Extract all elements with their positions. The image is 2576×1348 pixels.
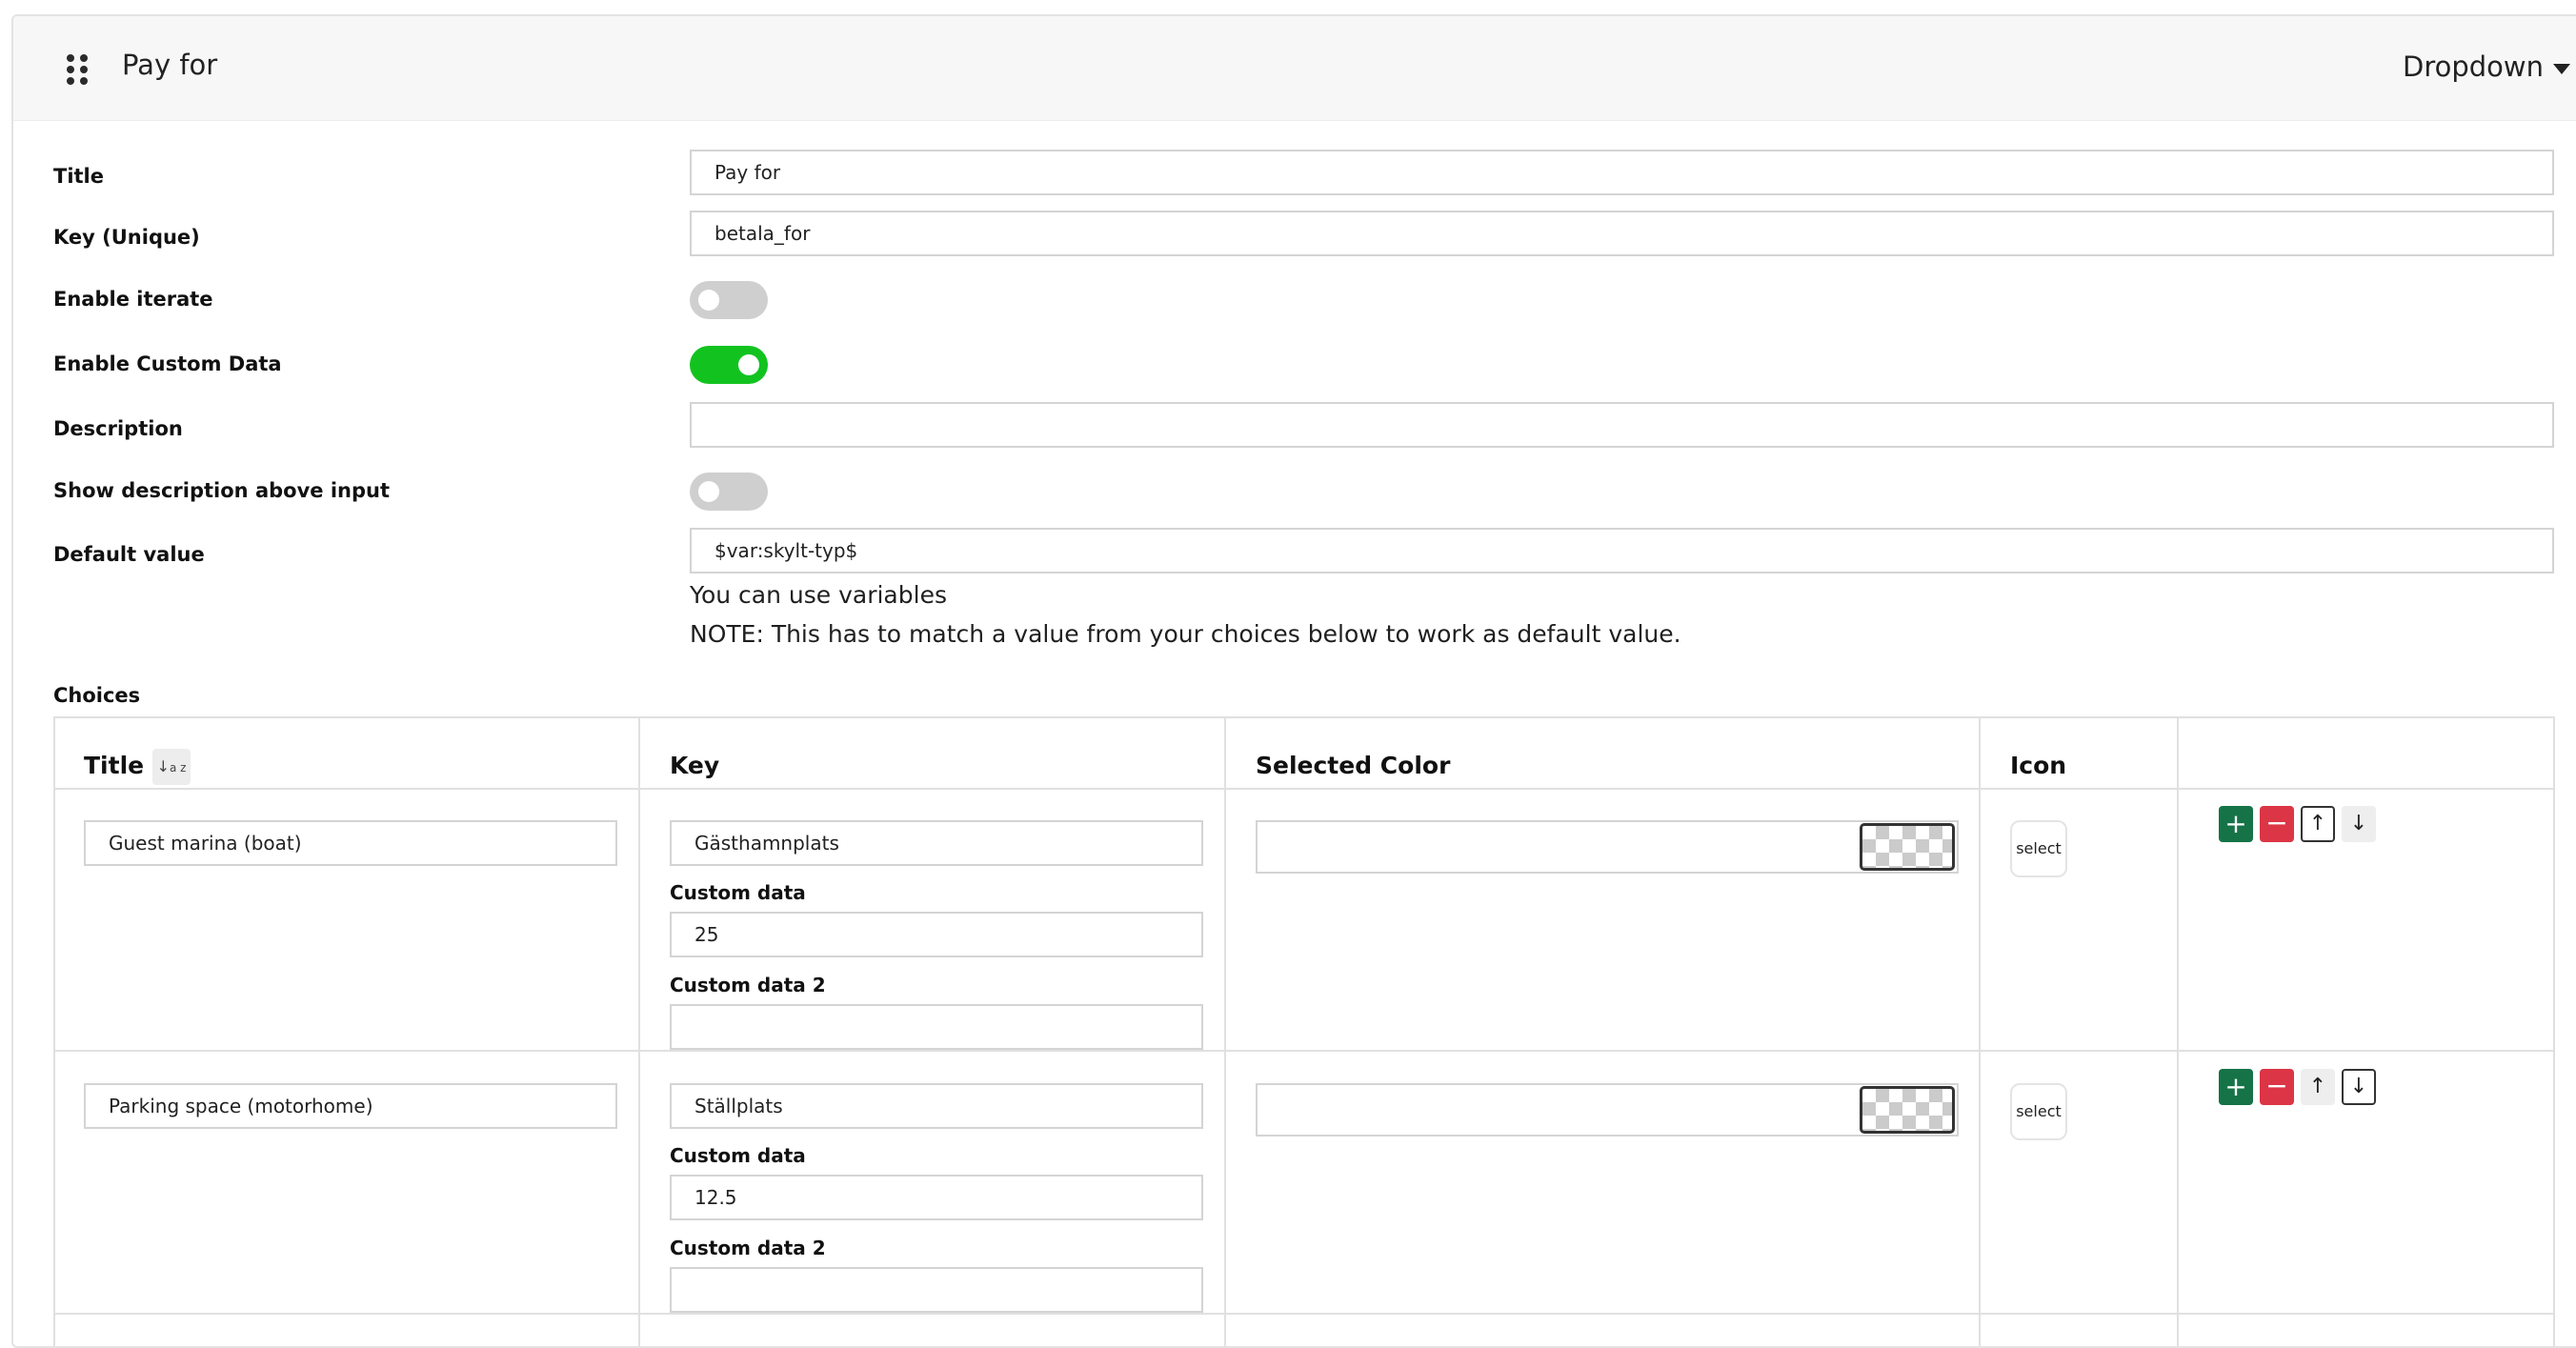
- custom-data-2-input[interactable]: [670, 1004, 1203, 1050]
- remove-choice-button[interactable]: −: [2260, 1069, 2294, 1105]
- title-input[interactable]: [690, 150, 2554, 195]
- move-down-arrow-icon[interactable]: ↓: [2342, 806, 2376, 842]
- selected-color-input[interactable]: [1256, 820, 1959, 874]
- add-choice-button[interactable]: +: [2219, 1069, 2253, 1105]
- move-up-arrow-icon[interactable]: ↑: [2301, 806, 2335, 842]
- custom-data-2-label: Custom data 2: [670, 1237, 826, 1259]
- custom-data-label: Custom data: [670, 1144, 806, 1167]
- custom-data-2-input[interactable]: [670, 1267, 1203, 1313]
- move-up-arrow-icon[interactable]: ↑: [2301, 1069, 2335, 1105]
- choices-table: Title ↓a z Key Selected Color Icon Custo…: [53, 716, 2555, 1346]
- show-description-toggle[interactable]: [690, 473, 768, 511]
- default-value-label: Default value: [53, 543, 205, 566]
- enable-iterate-toggle[interactable]: [690, 281, 768, 319]
- column-header-selected-color: Selected Color: [1256, 752, 1451, 779]
- column-divider: [1979, 718, 1981, 1346]
- header-divider: [55, 788, 2553, 790]
- choices-label: Choices: [53, 684, 141, 707]
- column-divider: [1224, 718, 1226, 1346]
- show-description-label: Show description above input: [53, 479, 390, 502]
- row-divider: [55, 1313, 2553, 1315]
- remove-choice-button[interactable]: −: [2260, 806, 2294, 842]
- toggle-knob: [698, 481, 719, 502]
- column-header-key: Key: [670, 752, 720, 779]
- choice-title-input[interactable]: [84, 1083, 617, 1129]
- field-panel: Pay for Dropdown Title Key (Unique) Enab…: [11, 14, 2576, 1348]
- enable-custom-data-label: Enable Custom Data: [53, 352, 282, 375]
- description-input[interactable]: [690, 402, 2554, 448]
- select-icon-button[interactable]: select: [2010, 820, 2067, 877]
- default-value-note: NOTE: This has to match a value from you…: [690, 620, 1681, 648]
- move-down-arrow-icon[interactable]: ↓: [2342, 1069, 2376, 1105]
- column-divider: [2177, 718, 2179, 1346]
- column-divider: [638, 718, 640, 1346]
- key-input[interactable]: [690, 211, 2554, 256]
- column-header-icon: Icon: [2010, 752, 2067, 779]
- column-header-title: Title: [84, 752, 145, 779]
- custom-data-input[interactable]: [670, 1175, 1203, 1220]
- color-picker-swatch[interactable]: [1860, 1086, 1955, 1134]
- toggle-knob: [698, 290, 719, 311]
- variables-hint: You can use variables: [690, 581, 947, 609]
- selected-color-input[interactable]: [1256, 1083, 1959, 1137]
- choice-key-input[interactable]: [670, 1083, 1203, 1129]
- sort-alpha-icon[interactable]: ↓a z: [152, 749, 191, 785]
- panel-title: Pay for: [122, 49, 218, 81]
- add-choice-button[interactable]: +: [2219, 806, 2253, 842]
- choice-key-input[interactable]: [670, 820, 1203, 866]
- custom-data-label: Custom data: [670, 881, 806, 904]
- title-label: Title: [53, 165, 105, 188]
- caret-down-icon: [2553, 63, 2571, 74]
- row-divider: [55, 1050, 2553, 1052]
- select-icon-button[interactable]: select: [2010, 1083, 2067, 1140]
- custom-data-2-label: Custom data 2: [670, 974, 826, 996]
- choice-title-input[interactable]: [84, 820, 617, 866]
- enable-custom-data-toggle[interactable]: [690, 346, 768, 384]
- key-label: Key (Unique): [53, 226, 200, 249]
- drag-handle-icon[interactable]: [67, 54, 90, 85]
- field-type-label: Dropdown: [2403, 50, 2545, 83]
- custom-data-input[interactable]: [670, 912, 1203, 957]
- toggle-knob: [738, 354, 759, 375]
- panel-header: Pay for Dropdown: [13, 16, 2576, 121]
- description-label: Description: [53, 417, 183, 440]
- color-picker-swatch[interactable]: [1860, 823, 1955, 871]
- default-value-input[interactable]: [690, 528, 2554, 573]
- enable-iterate-label: Enable iterate: [53, 288, 213, 311]
- field-type-dropdown[interactable]: Dropdown: [2403, 50, 2571, 83]
